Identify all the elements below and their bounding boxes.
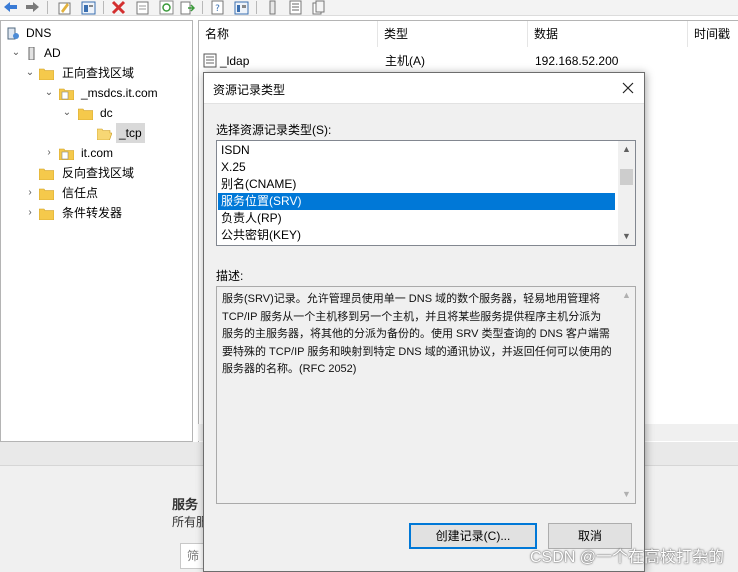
record-data: 192.168.52.200 <box>535 54 619 68</box>
scrollbar-thumb[interactable] <box>620 169 633 185</box>
scroll-down-icon[interactable]: ▼ <box>618 228 635 245</box>
tree-item-label: AD <box>44 46 61 60</box>
record-name: _ldap <box>220 54 250 68</box>
console-tree: DNS ⌄ AD ⌄ 正向查找区域 ⌄ _msdcs.it.com ⌄ dc _… <box>0 20 193 442</box>
chevron-right-icon[interactable]: › <box>25 183 35 203</box>
zone-icon <box>58 146 75 161</box>
record-type: 主机(A) <box>385 54 425 68</box>
list-item-selected[interactable]: 服务位置(SRV) <box>218 193 615 210</box>
resource-record-type-dialog: 资源记录类型 选择资源记录类型(S): ISDN X.25 别名(CNAME) … <box>203 72 645 572</box>
properties-icon[interactable] <box>81 0 96 15</box>
chevron-down-icon[interactable]: ⌄ <box>62 103 72 123</box>
select-type-label: 选择资源记录类型(S): <box>216 123 332 137</box>
list-item[interactable]: 负责人(RP) <box>218 210 615 227</box>
tree-item-label: it.com <box>81 146 114 160</box>
dialog-title-bar: 资源记录类型 <box>204 73 644 104</box>
server-icon[interactable] <box>265 0 280 15</box>
folder-icon <box>38 66 55 81</box>
export-list-icon[interactable] <box>180 0 195 15</box>
tree-item-label: dc <box>100 106 113 120</box>
record-type-listbox[interactable]: ISDN X.25 别名(CNAME) 服务位置(SRV) 负责人(RP) 公共… <box>216 140 636 246</box>
chevron-right-icon[interactable]: › <box>44 143 54 163</box>
list-item[interactable]: 公共密钥(KEY) <box>218 227 615 244</box>
table-row[interactable]: _ldap 主机(A) 192.168.52.200 <box>203 51 733 71</box>
help-icon[interactable]: ? <box>210 0 225 15</box>
scroll-up-icon[interactable]: ▲ <box>618 287 635 304</box>
description-box: 服务(SRV)记录。允许管理员使用单一 DNS 域的数个服务器，轻易地用管理将 … <box>216 286 636 504</box>
list-item[interactable]: ISDN <box>218 142 615 159</box>
chevron-right-icon[interactable]: › <box>25 203 35 223</box>
column-header-type[interactable]: 类型 <box>378 21 528 47</box>
tree-item-label: DNS <box>26 26 52 40</box>
scroll-down-icon[interactable]: ▼ <box>618 486 635 503</box>
watermark: CSDN @一个在高校打杂的 <box>529 549 724 566</box>
folder-icon <box>77 106 94 121</box>
tree-item-label: 条件转发器 <box>62 206 123 220</box>
folder-icon <box>38 166 55 181</box>
refresh-icon[interactable] <box>159 0 174 15</box>
description-text: 服务(SRV)记录。允许管理员使用单一 DNS 域的数个服务器，轻易地用管理将 … <box>222 293 612 375</box>
copy-icon[interactable] <box>311 0 326 15</box>
tree-item-label: 反向查找区域 <box>62 166 135 180</box>
dialog-title: 资源记录类型 <box>213 83 286 97</box>
chevron-down-icon[interactable]: ⌄ <box>25 63 35 83</box>
dns-server-icon <box>5 26 20 40</box>
tree-item-label: 信任点 <box>62 186 99 200</box>
export-icon[interactable] <box>135 0 150 15</box>
list-item[interactable]: 别名(CNAME) <box>218 176 615 193</box>
description-scrollbar[interactable]: ▲ ▼ <box>618 287 635 503</box>
scroll-up-icon[interactable]: ▲ <box>618 141 635 158</box>
column-header-timestamp[interactable]: 时间戳 <box>688 21 738 47</box>
server-icon <box>24 46 39 61</box>
tree-item-label: _msdcs.it.com <box>81 86 158 100</box>
column-header-name[interactable]: 名称 <box>199 21 378 47</box>
listbox-scrollbar[interactable]: ▲ ▼ <box>618 141 635 245</box>
tree-item-label: 正向查找区域 <box>62 66 135 80</box>
chevron-down-icon[interactable]: ⌄ <box>11 43 21 63</box>
list-item[interactable]: X.25 <box>218 159 615 176</box>
folder-icon <box>38 186 55 201</box>
description-label: 描述: <box>216 269 244 283</box>
list-icon[interactable] <box>288 0 303 15</box>
properties-grid-icon[interactable] <box>234 0 249 15</box>
forward-arrow-icon[interactable] <box>25 0 40 15</box>
folder-open-icon <box>96 126 113 141</box>
svg-text:?: ? <box>215 4 220 14</box>
folder-icon <box>38 206 55 221</box>
column-header-data[interactable]: 数据 <box>528 21 688 47</box>
close-icon[interactable] <box>618 78 638 98</box>
zone-icon <box>58 86 75 101</box>
services-heading: 服务 <box>172 497 199 512</box>
delete-icon[interactable] <box>111 0 126 15</box>
record-icon <box>203 53 217 68</box>
tree-item-label: _tcp <box>116 123 145 143</box>
chevron-down-icon[interactable]: ⌄ <box>44 83 54 103</box>
toolbar: ? <box>0 0 738 16</box>
create-record-button[interactable]: 创建记录(C)... <box>409 523 537 549</box>
back-arrow-icon[interactable] <box>3 0 18 15</box>
edit-icon[interactable] <box>57 0 72 15</box>
